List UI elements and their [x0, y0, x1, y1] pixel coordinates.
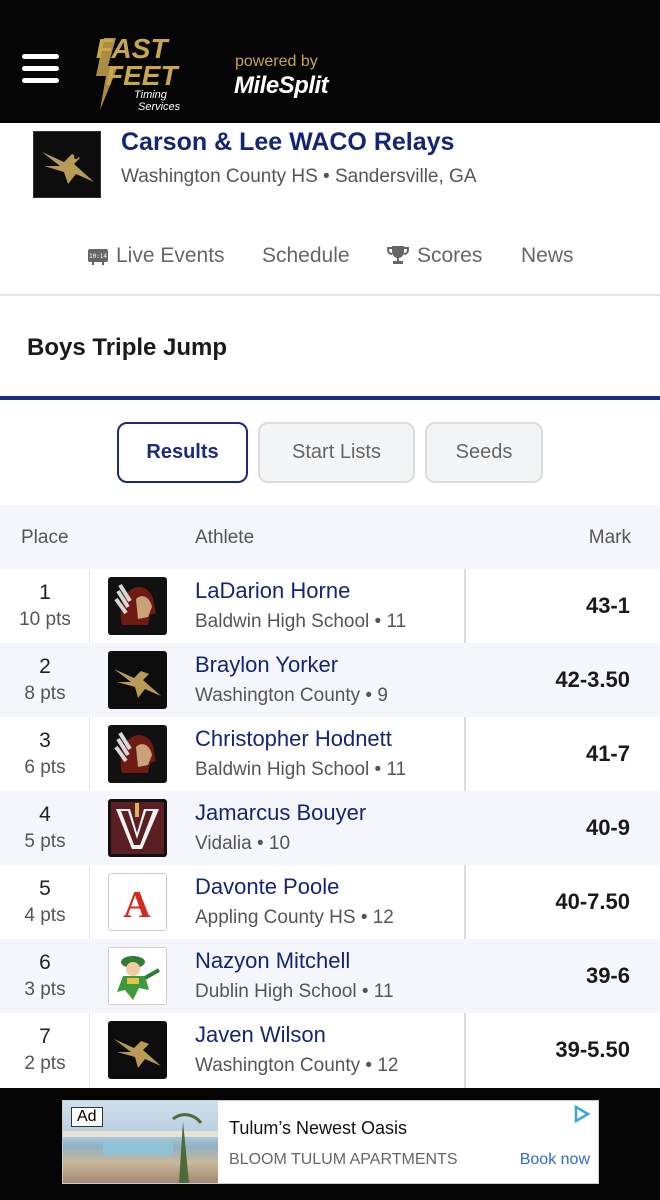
event-title: Boys Triple Jump: [27, 334, 228, 361]
tab-seeds[interactable]: Seeds: [425, 422, 543, 483]
trophy-icon: [387, 246, 409, 264]
event-divider: [0, 396, 660, 400]
header-mark[interactable]: Mark: [589, 527, 631, 549]
team-points: 10 pts: [19, 609, 71, 630]
meet-title[interactable]: Carson & Lee WACO Relays: [121, 128, 454, 157]
golden-hawk-icon: [108, 651, 167, 709]
appling-a-icon: A: [108, 873, 167, 931]
svg-text:FEET: FEET: [106, 60, 180, 91]
ad-badge: Ad: [71, 1107, 103, 1127]
svg-text:Timing: Timing: [134, 89, 168, 101]
meet-location: Washington County HS • Sandersville, GA: [121, 166, 477, 187]
athlete-mark: 40-9: [585, 815, 630, 840]
athlete-name[interactable]: Braylon Yorker: [195, 652, 338, 678]
place-number: 7: [39, 1025, 51, 1048]
nav-news[interactable]: News: [521, 244, 574, 268]
athlete-mark: 42-3.50: [555, 667, 630, 692]
nav-schedule[interactable]: Schedule: [262, 244, 350, 268]
place-number: 3: [39, 729, 51, 752]
menu-icon[interactable]: [22, 54, 59, 84]
warrior-head-icon: [108, 577, 167, 635]
meet-hawk-logo: [33, 131, 101, 198]
tab-start-lists[interactable]: Start Lists: [258, 422, 415, 483]
ad-image[interactable]: Ad: [63, 1101, 218, 1183]
table-row[interactable]: 7 2 pts Javen Wilson Washington County •…: [0, 1013, 660, 1087]
svg-text:10:14: 10:14: [89, 253, 107, 260]
athlete-name[interactable]: Nazyon Mitchell: [195, 948, 350, 974]
tab-results[interactable]: Results: [117, 422, 248, 483]
team-points: 2 pts: [24, 1053, 66, 1074]
top-bar: FAST FEET Timing Services powered by Mil…: [0, 0, 660, 123]
nav-live-events-label: Live Events: [116, 244, 225, 267]
nav-scores-label: Scores: [417, 244, 483, 267]
table-row[interactable]: 4 5 pts Jamarcus Bouyer Vidalia • 10 40-…: [0, 791, 660, 865]
athlete-school: Vidalia • 10: [195, 833, 291, 854]
warrior-head-icon: [108, 725, 167, 783]
ad-banner-area: Ad Tulum’s Newest Oasis BLOOM TULUM APAR…: [0, 1088, 660, 1200]
team-points: 5 pts: [24, 831, 66, 852]
table-row[interactable]: 5 4 pts A Davonte Poole Appling County H…: [0, 865, 660, 939]
vidalia-v-icon: [108, 799, 167, 857]
table-row[interactable]: 6 3 pts Nazyon Mitchell Dublin High Scho…: [0, 939, 660, 1013]
team-points: 6 pts: [24, 757, 66, 778]
athlete-name[interactable]: LaDarion Horne: [195, 578, 350, 604]
place-number: 4: [39, 803, 51, 826]
nav-scores[interactable]: Scores: [387, 244, 482, 268]
athlete-school: Washington County • 9: [195, 685, 388, 706]
header-place[interactable]: Place: [21, 527, 69, 549]
athlete-school: Baldwin High School • 11: [195, 611, 407, 632]
team-points: 3 pts: [24, 979, 66, 1000]
athlete-mark: 43-1: [585, 593, 630, 618]
ad-choices-icon[interactable]: [572, 1105, 592, 1123]
table-row[interactable]: 3 6 pts Christopher Hodnett Baldwin High…: [0, 717, 660, 791]
fighting-irish-icon: [108, 947, 167, 1005]
nav-live-events[interactable]: 10:14 Live Events: [88, 244, 225, 268]
athlete-name[interactable]: Jamarcus Bouyer: [195, 800, 366, 826]
table-row[interactable]: 1 10 pts LaDarion Horne Baldwin High Sch…: [0, 569, 660, 643]
fast-feet-logo[interactable]: FAST FEET Timing Services: [90, 30, 210, 114]
athlete-mark: 40-7.50: [555, 889, 630, 914]
athlete-name[interactable]: Davonte Poole: [195, 874, 339, 900]
place-number: 5: [39, 877, 51, 900]
team-points: 8 pts: [24, 683, 66, 704]
results-table: Place Athlete Mark 1 10 pts LaDarion Hor…: [0, 505, 660, 1088]
athlete-school: Appling County HS • 12: [195, 907, 394, 928]
meet-nav: 10:14 Live Events Schedule Scores News: [0, 236, 660, 280]
svg-text:Services: Services: [138, 101, 181, 113]
team-points: 4 pts: [24, 905, 66, 926]
table-header: Place Athlete Mark: [0, 505, 660, 569]
ad-brand: BLOOM TULUM APARTMENTS: [229, 1151, 458, 1168]
ad-banner[interactable]: Ad Tulum’s Newest Oasis BLOOM TULUM APAR…: [62, 1100, 599, 1184]
milesplit-logo[interactable]: MileSplit: [234, 72, 329, 100]
ad-book-now-link[interactable]: Book now: [520, 1151, 590, 1169]
place-number: 2: [39, 655, 51, 678]
golden-hawk-icon: [108, 1021, 167, 1079]
nav-divider: [0, 294, 660, 296]
athlete-name[interactable]: Javen Wilson: [195, 1022, 326, 1048]
athlete-school: Washington County • 12: [195, 1055, 399, 1076]
header-athlete[interactable]: Athlete: [195, 527, 254, 549]
athlete-school: Dublin High School • 11: [195, 981, 394, 1002]
athlete-mark: 39-6: [585, 963, 630, 988]
table-row[interactable]: 2 8 pts Braylon Yorker Washington County…: [0, 643, 660, 717]
place-number: 1: [39, 581, 51, 604]
ad-title[interactable]: Tulum’s Newest Oasis: [229, 1118, 407, 1139]
athlete-mark: 39-5.50: [555, 1037, 630, 1062]
powered-by-label: powered by: [235, 53, 318, 70]
svg-text:A: A: [123, 884, 151, 926]
place-number: 6: [39, 951, 51, 974]
athlete-name[interactable]: Christopher Hodnett: [195, 726, 392, 752]
scoreboard-icon: 10:14: [88, 249, 108, 265]
athlete-school: Baldwin High School • 11: [195, 759, 407, 780]
athlete-mark: 41-7: [585, 741, 630, 766]
